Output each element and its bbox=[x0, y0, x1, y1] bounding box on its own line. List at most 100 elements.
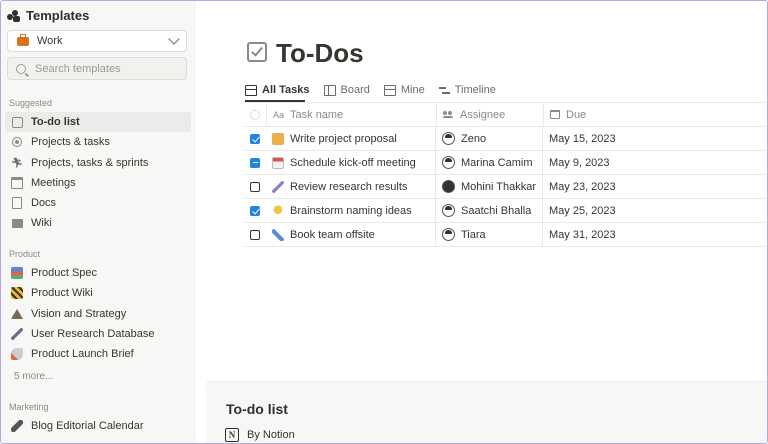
mountain-emoji-icon bbox=[11, 308, 23, 320]
calendar-emoji-icon bbox=[272, 156, 284, 169]
status-column-header[interactable] bbox=[244, 103, 267, 126]
calendar-icon bbox=[11, 177, 23, 189]
templates-logo-icon bbox=[7, 9, 20, 22]
tab-all-tasks[interactable]: All Tasks bbox=[245, 81, 310, 99]
task-checkbox[interactable] bbox=[250, 133, 260, 144]
sidebar-item-blog-editorial-calendar[interactable]: Blog Editorial Calendar bbox=[5, 416, 191, 436]
sidebar-item-label: Projects, tasks & sprints bbox=[31, 157, 149, 169]
document-icon bbox=[11, 197, 23, 209]
due-date: May 9, 2023 bbox=[549, 156, 610, 169]
template-author: N By Notion bbox=[225, 428, 295, 442]
template-name: To-do list bbox=[226, 401, 288, 417]
task-name: Schedule kick-off meeting bbox=[290, 156, 416, 169]
table-icon bbox=[245, 84, 257, 96]
sidebar-item-user-research-database[interactable]: User Research Database bbox=[5, 324, 191, 344]
sidebar-item-label: User Research Database bbox=[31, 328, 155, 340]
assignee-name: Mohini Thakkar bbox=[461, 180, 536, 193]
assignee-name: Zeno bbox=[461, 132, 487, 145]
text-property-icon: Aa bbox=[273, 109, 285, 120]
calendar-icon bbox=[550, 110, 560, 119]
microscope-emoji-icon bbox=[272, 180, 284, 193]
chevron-down-icon bbox=[168, 33, 180, 45]
section-label-product: Product bbox=[9, 249, 41, 259]
table-row[interactable]: Review research results Mohini Thakkar M… bbox=[244, 175, 766, 199]
sidebar-item-to-do-list[interactable]: To-do list bbox=[5, 112, 191, 132]
runner-icon: 🏃︎ bbox=[10, 157, 24, 169]
table-row[interactable]: Write project proposal Zeno May 15, 2023 bbox=[244, 127, 766, 151]
sidebar-item-wiki[interactable]: Wiki bbox=[5, 213, 191, 233]
sidebar-item-docs[interactable]: Docs bbox=[5, 193, 191, 213]
books-emoji-icon bbox=[11, 267, 23, 279]
microscope-emoji-icon bbox=[11, 328, 23, 340]
sidebar-item-product-wiki[interactable]: Product Wiki bbox=[5, 283, 191, 303]
sidebar-header: Templates bbox=[7, 8, 89, 23]
tasks-table: Aa Task name Assignee Due Write project … bbox=[244, 102, 766, 247]
avatar bbox=[442, 180, 455, 193]
sidebar-item-label: To-do list bbox=[31, 116, 80, 128]
sidebar-item-vision-and-strategy[interactable]: Vision and Strategy bbox=[5, 304, 191, 324]
table-row[interactable]: Schedule kick-off meeting Marina Camim M… bbox=[244, 151, 766, 175]
assignee-name: Tiara bbox=[461, 228, 486, 241]
column-header-assignee[interactable]: Assignee bbox=[437, 103, 544, 126]
target-icon bbox=[11, 136, 23, 148]
workspace-select[interactable]: Work bbox=[7, 30, 187, 52]
task-name: Review research results bbox=[290, 180, 408, 193]
tab-label: Mine bbox=[400, 84, 425, 96]
search-input[interactable]: Search templates bbox=[7, 57, 187, 80]
checkbox-page-icon bbox=[247, 42, 267, 62]
author-label: By Notion bbox=[247, 429, 295, 441]
sidebar-item-label: Blog Editorial Calendar bbox=[31, 420, 144, 432]
table-icon bbox=[383, 84, 396, 96]
task-name: Book team offsite bbox=[290, 228, 375, 241]
tab-timeline[interactable]: Timeline bbox=[438, 81, 496, 99]
due-date: May 15, 2023 bbox=[549, 132, 616, 145]
task-checkbox[interactable] bbox=[250, 229, 260, 240]
column-label: Due bbox=[566, 108, 587, 121]
avatar bbox=[442, 204, 455, 217]
task-checkbox[interactable] bbox=[250, 205, 260, 216]
writing-hand-icon bbox=[272, 132, 284, 145]
due-date: May 25, 2023 bbox=[549, 204, 616, 217]
notion-logo-icon: N bbox=[225, 428, 239, 442]
status-icon bbox=[250, 109, 260, 120]
task-checkbox[interactable] bbox=[250, 181, 260, 192]
column-header-due[interactable]: Due bbox=[544, 103, 762, 126]
section-label-suggested: Suggested bbox=[9, 98, 53, 108]
task-checkbox[interactable] bbox=[250, 157, 260, 168]
sidebar: Templates Work Search templates Suggeste… bbox=[1, 1, 196, 443]
search-icon bbox=[16, 63, 26, 74]
pen-emoji-icon bbox=[11, 420, 23, 432]
sidebar-item-label: Product Wiki bbox=[31, 287, 93, 299]
column-label: Task name bbox=[290, 108, 344, 121]
show-more-link[interactable]: 5 more... bbox=[14, 371, 53, 382]
sidebar-item-label: Vision and Strategy bbox=[31, 308, 127, 320]
workspace-label: Work bbox=[37, 35, 63, 47]
assignee-name: Marina Camim bbox=[461, 156, 533, 169]
timeline-icon bbox=[438, 85, 450, 95]
lightbulb-emoji-icon bbox=[272, 204, 284, 217]
sidebar-item-label: Product Launch Brief bbox=[31, 348, 134, 360]
sidebar-title: Templates bbox=[26, 8, 90, 23]
tab-label: All Tasks bbox=[262, 84, 310, 96]
sidebar-item-label: Projects & tasks bbox=[31, 136, 110, 148]
tab-mine[interactable]: Mine bbox=[383, 81, 425, 99]
search-placeholder: Search templates bbox=[35, 62, 121, 75]
view-tabs: All Tasks Board Mine Timeline bbox=[245, 81, 496, 99]
avatar bbox=[442, 228, 455, 241]
sidebar-item-label: Meetings bbox=[31, 177, 76, 189]
avatar bbox=[442, 132, 455, 145]
sidebar-item-product-spec[interactable]: Product Spec bbox=[5, 263, 191, 283]
sidebar-item-projects-tasks-sprints[interactable]: 🏃︎ Projects, tasks & sprints bbox=[5, 153, 191, 173]
sidebar-item-projects-tasks[interactable]: Projects & tasks bbox=[5, 132, 191, 152]
board-icon bbox=[323, 84, 336, 96]
page-title: To-Dos bbox=[276, 38, 364, 68]
rocket-emoji-icon bbox=[11, 348, 23, 360]
column-header-task-name[interactable]: Aa Task name bbox=[267, 103, 437, 126]
tab-board[interactable]: Board bbox=[323, 81, 370, 99]
table-row[interactable]: Book team offsite Tiara May 31, 2023 bbox=[244, 223, 766, 247]
table-row[interactable]: Brainstorm naming ideas Saatchi Bhalla M… bbox=[244, 199, 766, 223]
sidebar-item-product-launch-brief[interactable]: Product Launch Brief bbox=[5, 344, 191, 364]
sidebar-item-meetings[interactable]: Meetings bbox=[5, 173, 191, 193]
construction-emoji-icon bbox=[11, 287, 23, 299]
template-info-card: To-do list N By Notion bbox=[206, 381, 767, 443]
